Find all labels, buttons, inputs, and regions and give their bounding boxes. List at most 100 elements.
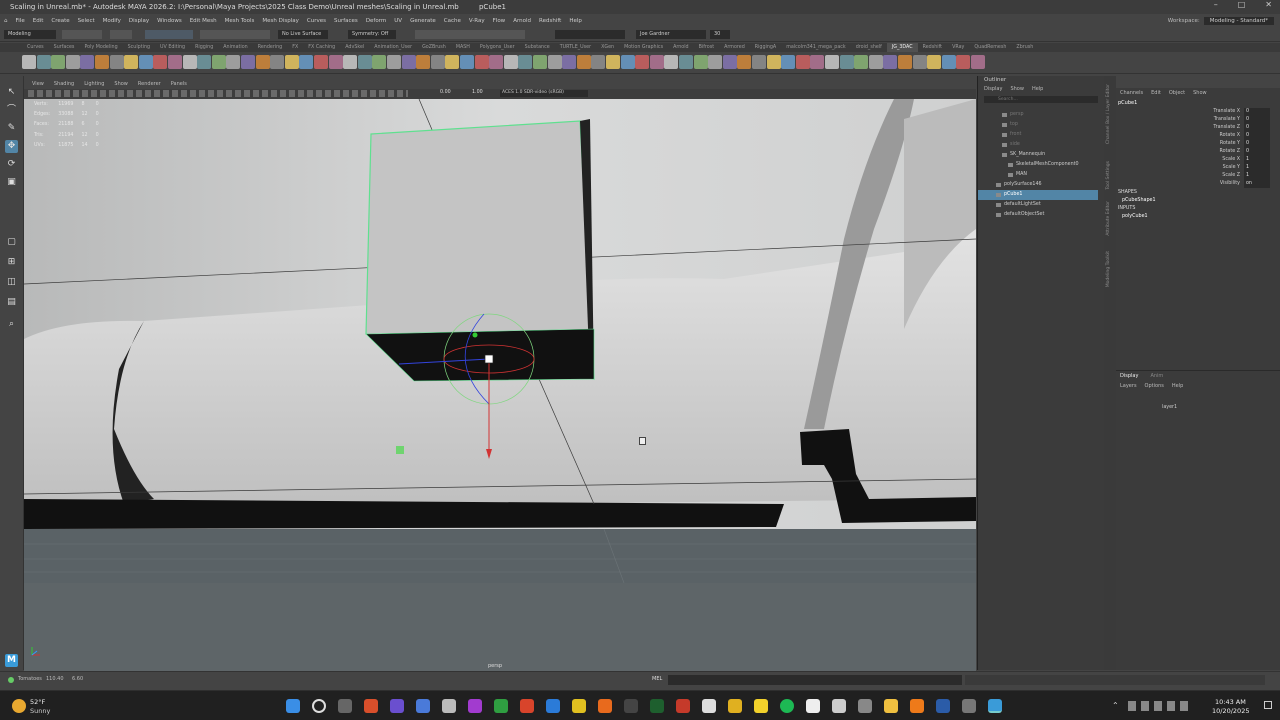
shelf-tool-icon[interactable] [927, 55, 942, 69]
menu-generate[interactable]: Generate [410, 18, 436, 24]
shelf-tab[interactable]: FX Caching [303, 43, 340, 52]
vlc-icon[interactable] [910, 699, 924, 713]
menu-uv[interactable]: UV [394, 18, 402, 24]
shelf-tab[interactable]: Animation_User [369, 43, 417, 52]
menu-windows[interactable]: Windows [157, 18, 182, 24]
channel-row[interactable]: Translate Y 0 [1116, 116, 1274, 124]
shelf-tool-icon[interactable] [153, 55, 168, 69]
shelf-tool-icon[interactable] [357, 55, 372, 69]
shelf-tab[interactable]: Surfaces [49, 43, 80, 52]
four-view-icon[interactable]: ⊞ [5, 256, 18, 269]
shelf-tab[interactable]: GoZBrush [417, 43, 451, 52]
shelf-tool-icon[interactable] [941, 55, 956, 69]
close-button[interactable]: ✕ [1265, 0, 1272, 14]
shelf-tool-icon[interactable] [430, 55, 445, 69]
outliner-item[interactable]: polySurface146 [978, 180, 1098, 190]
app-icon[interactable] [520, 699, 534, 713]
shelf-tool-icon[interactable] [138, 55, 153, 69]
shelf-tab[interactable]: RiggingA [750, 43, 781, 52]
shelf-tab[interactable]: Rendering [253, 43, 288, 52]
app-icon[interactable] [364, 699, 378, 713]
frame-field[interactable]: 30 [710, 30, 730, 39]
shelf-tool-icon[interactable] [912, 55, 927, 69]
menu-vray[interactable]: V-Ray [469, 18, 485, 24]
rotate-tool-icon[interactable]: ⟳ [5, 158, 18, 171]
tab-attribute-editor[interactable]: Attribute Editor [1106, 201, 1114, 236]
shelf-tab[interactable]: QuadRemesh [969, 43, 1011, 52]
shelf-tool-icon[interactable] [708, 55, 723, 69]
menu-redshift[interactable]: Redshift [539, 18, 561, 24]
shelf-tab[interactable]: XGen [596, 43, 619, 52]
mode-dropdown[interactable]: Modeling [4, 30, 56, 39]
shelf-tab[interactable]: Sculpting [123, 43, 155, 52]
app-icon[interactable] [962, 699, 976, 713]
outliner-item[interactable]: defaultObjectSet [978, 210, 1098, 220]
move-tool-icon[interactable]: ✥ [5, 140, 18, 153]
shelf-tab[interactable]: Animation [218, 43, 252, 52]
shelf-tool-icon[interactable] [445, 55, 460, 69]
shelf-tool-icon[interactable] [664, 55, 679, 69]
menu-mesh-display[interactable]: Mesh Display [262, 18, 299, 24]
shelf-tool-icon[interactable] [51, 55, 66, 69]
app-icon[interactable] [468, 699, 482, 713]
outliner-search-input[interactable]: Search... [984, 96, 1098, 103]
shelf-tool-icon[interactable] [387, 55, 401, 69]
channel-row[interactable]: Scale Z 1 [1116, 172, 1274, 180]
shelf-tool-icon[interactable] [649, 55, 664, 69]
single-view-icon[interactable]: ▢ [5, 236, 18, 249]
channel-value[interactable]: 0 [1244, 132, 1270, 140]
shelf-tool-icon[interactable] [898, 55, 912, 69]
shelf-tool-icon[interactable] [956, 55, 971, 69]
shelf-tab[interactable]: Arnold [668, 43, 694, 52]
transform-input-field[interactable] [555, 30, 625, 39]
channel-value[interactable]: on [1244, 180, 1270, 188]
outliner-item[interactable]: top [978, 120, 1098, 130]
undo-redo[interactable] [110, 30, 132, 39]
menu-help[interactable]: Help [569, 18, 582, 24]
paint-select-icon[interactable]: ✎ [5, 122, 18, 135]
tab-modeling-toolkit[interactable]: Modeling Toolkit [1106, 251, 1114, 287]
channel-row[interactable]: Translate X 0 [1116, 108, 1274, 116]
menu-curves[interactable]: Curves [307, 18, 326, 24]
shelf-tool-icon[interactable] [503, 55, 518, 69]
channel-row[interactable]: Scale Y 1 [1116, 164, 1274, 172]
shelf-tool-icon[interactable] [109, 55, 124, 69]
outliner-item[interactable]: pCube1 [978, 190, 1098, 200]
mail-icon[interactable] [546, 699, 560, 713]
shelf-tool-icon[interactable] [416, 55, 431, 69]
channel-value[interactable]: 0 [1244, 108, 1270, 116]
xbox-icon[interactable] [494, 699, 508, 713]
shape-node[interactable]: pCubeShape1 [1122, 198, 1156, 203]
menu-edit[interactable]: Edit [33, 18, 44, 24]
shelf-tab[interactable]: Curves [22, 43, 49, 52]
shelf-tab[interactable]: Armored [719, 43, 750, 52]
app-icon[interactable] [676, 699, 690, 713]
shelf-tool-icon[interactable] [722, 55, 737, 69]
shelf-tool-icon[interactable] [401, 55, 416, 69]
shelf-tool-icon[interactable] [124, 55, 139, 69]
shelf-tool-icon[interactable] [270, 55, 285, 69]
shelf-tab[interactable]: Substance [520, 43, 555, 52]
shelf-tab[interactable]: Rigging [190, 43, 218, 52]
shelf-tab[interactable]: MASH [451, 43, 475, 52]
shelf-tool-icon[interactable] [182, 55, 197, 69]
app-icon[interactable] [832, 699, 846, 713]
vp-menu-shading[interactable]: Shading [54, 79, 74, 89]
shelf-tool-icon[interactable] [533, 55, 547, 69]
outliner-menu-display[interactable]: Display [984, 85, 1002, 94]
shelf-tab[interactable]: droid_shelf [851, 43, 887, 52]
channel-row[interactable]: Translate Z 0 [1116, 124, 1274, 132]
scale-tool-icon[interactable]: ▣ [5, 176, 18, 189]
shelf-tool-icon[interactable] [489, 55, 504, 69]
near-clip-field[interactable]: 0.00 [440, 90, 451, 95]
shelf-tool-icon[interactable] [328, 55, 343, 69]
channel-value[interactable]: 0 [1244, 140, 1270, 148]
shelf-tool-icon[interactable] [606, 55, 620, 69]
shelf-tool-icon[interactable] [825, 55, 839, 69]
shelf-tab[interactable]: Zbrush [1011, 43, 1038, 52]
app-icon[interactable] [442, 699, 456, 713]
shelf-tool-icon[interactable] [284, 55, 299, 69]
search-icon[interactable] [312, 699, 326, 713]
file-tools[interactable] [62, 30, 102, 39]
minimize-button[interactable]: – [1214, 0, 1218, 14]
